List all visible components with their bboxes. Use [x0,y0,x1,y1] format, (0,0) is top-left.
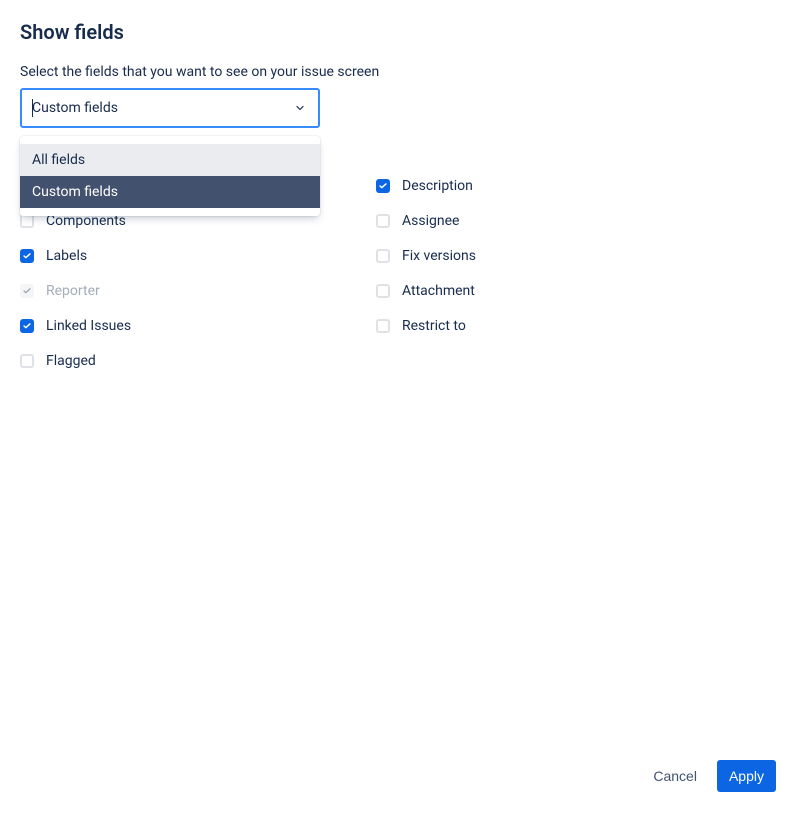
text-cursor [32,99,33,117]
chevron-down-icon [284,92,316,124]
field-label: Restrict to [402,318,466,334]
field-label: Attachment [402,283,475,299]
cancel-button[interactable]: Cancel [641,760,709,792]
field-row-labels[interactable]: Labels [20,238,376,273]
checkbox-checked-icon[interactable] [20,249,34,263]
field-label: Flagged [46,353,96,369]
field-label: Fix versions [402,248,476,264]
field-row-description[interactable]: Description [376,168,732,203]
checkbox-unchecked-icon[interactable] [376,214,390,228]
checkbox-unchecked-icon[interactable] [376,284,390,298]
checkbox-unchecked-icon[interactable] [376,249,390,263]
field-row-assignee[interactable]: Assignee [376,203,732,238]
select-dropdown: All fields Custom fields [20,136,320,216]
field-row-restrict-to[interactable]: Restrict to [376,308,732,343]
field-row-attachment[interactable]: Attachment [376,273,732,308]
field-label: Linked Issues [46,318,131,334]
option-custom-fields[interactable]: Custom fields [20,176,320,208]
field-row-fix-versions[interactable]: Fix versions [376,238,732,273]
field-label: Labels [46,248,87,264]
select-value: Custom fields [32,100,118,116]
field-type-select[interactable]: Custom fields [20,88,320,128]
field-row-reporter: Reporter [20,273,376,308]
field-label: Description [402,178,473,194]
checkbox-unchecked-icon[interactable] [20,354,34,368]
field-row-linked-issues[interactable]: Linked Issues [20,308,376,343]
checkbox-disabled-icon [20,284,34,298]
field-label: Assignee [402,213,459,229]
option-all-fields[interactable]: All fields [20,144,320,176]
checkbox-checked-icon[interactable] [20,319,34,333]
checkbox-checked-icon[interactable] [376,179,390,193]
field-row-flagged[interactable]: Flagged [20,343,376,378]
field-label: Reporter [46,283,100,299]
subtitle: Select the fields that you want to see o… [20,64,776,80]
checkbox-unchecked-icon[interactable] [376,319,390,333]
apply-button[interactable]: Apply [717,760,776,792]
page-title: Show fields [20,20,776,44]
